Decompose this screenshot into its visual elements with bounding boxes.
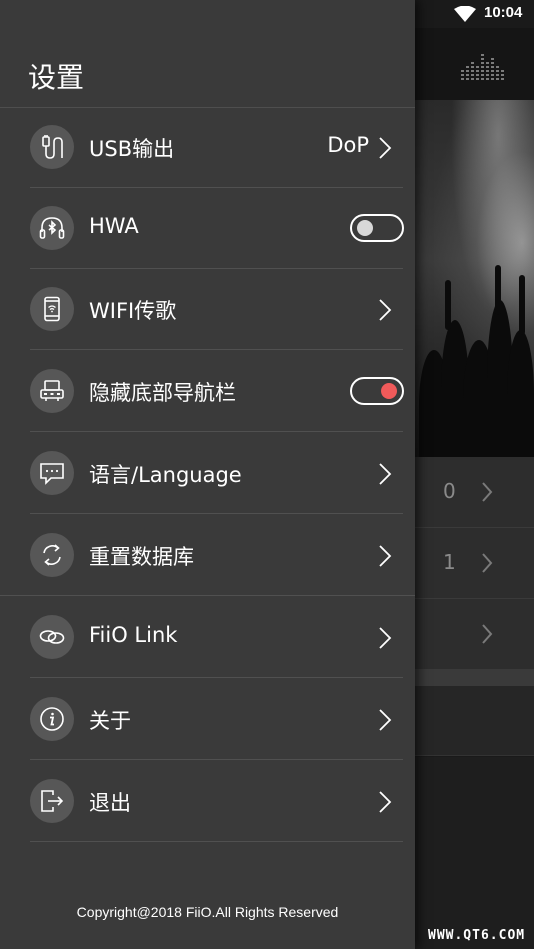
- menu-item-fiio-link[interactable]: FiiO Link: [0, 597, 415, 678]
- background-list: 0 1: [415, 457, 534, 670]
- menu-item-label: FiiO Link: [89, 623, 178, 647]
- background-list-count: 1: [443, 550, 456, 574]
- concert-banner-image[interactable]: [415, 100, 534, 460]
- divider: [30, 677, 403, 678]
- divider: [30, 513, 403, 514]
- hwa-toggle[interactable]: [350, 214, 404, 242]
- drawer-title: 设置: [28, 61, 85, 94]
- menu-item-about[interactable]: 关于: [0, 679, 415, 760]
- menu-item-label: 语言/Language: [89, 463, 242, 487]
- chat-bubble-icon: [30, 451, 74, 495]
- background-list-row[interactable]: 0: [415, 457, 534, 528]
- background-empty-area: [415, 757, 534, 949]
- chevron-right-icon: [379, 299, 392, 321]
- menu-item-hwa[interactable]: HWA: [0, 188, 415, 269]
- divider: [30, 759, 403, 760]
- copyright-text: Copyright@2018 FiiO.All Rights Reserved: [76, 904, 339, 920]
- background-list-row[interactable]: [415, 686, 534, 756]
- menu-item-usb-output[interactable]: USB输出 DoP: [0, 107, 415, 188]
- menu-item-exit[interactable]: 退出: [0, 761, 415, 842]
- usb-output-value: DoP: [327, 133, 369, 157]
- menu-item-language[interactable]: 语言/Language: [0, 433, 415, 514]
- menu-item-label: 隐藏底部导航栏: [89, 381, 236, 405]
- chevron-right-icon: [379, 709, 392, 731]
- menu-item-label: WIFI传歌: [89, 299, 177, 323]
- equalizer-icon[interactable]: [460, 52, 504, 82]
- divider: [30, 349, 403, 350]
- toggle-knob: [357, 220, 373, 236]
- wifi-icon: [454, 6, 476, 22]
- usb-plug-icon: [30, 125, 74, 169]
- chevron-right-icon: [482, 482, 493, 502]
- navigation-bar-icon: [30, 369, 74, 413]
- toggle-knob: [381, 383, 397, 399]
- status-time: 10:04: [484, 4, 523, 21]
- chevron-right-icon: [379, 545, 392, 567]
- settings-drawer: 设置 USB输出 DoP HWA WIFI传歌 隐藏底部导航栏 语言/Langu…: [0, 0, 415, 949]
- hide-navigation-bar-toggle[interactable]: [350, 377, 404, 405]
- menu-item-label: HWA: [89, 214, 139, 238]
- chevron-right-icon: [379, 463, 392, 485]
- link-icon: [30, 615, 74, 659]
- background-list-row[interactable]: 1: [415, 528, 534, 599]
- watermark-text: WWW.QT6.COM: [428, 928, 526, 943]
- exit-icon: [30, 779, 74, 823]
- chevron-right-icon: [379, 627, 392, 649]
- background-list-row[interactable]: [415, 599, 534, 670]
- menu-item-label: 重置数据库: [89, 545, 194, 569]
- divider: [30, 431, 403, 432]
- phone-wifi-icon: [30, 287, 74, 331]
- chevron-right-icon: [379, 137, 392, 159]
- background-divider: [415, 670, 534, 686]
- menu-item-reset-database[interactable]: 重置数据库: [0, 515, 415, 596]
- divider: [0, 595, 415, 596]
- menu-item-hide-navigation-bar[interactable]: 隐藏底部导航栏: [0, 351, 415, 432]
- chevron-right-icon: [482, 553, 493, 573]
- info-icon: [30, 697, 74, 741]
- divider: [30, 841, 403, 842]
- menu-item-label: USB输出: [89, 137, 175, 161]
- background-list-count: 0: [443, 479, 456, 503]
- chevron-right-icon: [482, 624, 493, 644]
- menu-item-label: 关于: [89, 709, 131, 733]
- menu-item-wifi-transfer[interactable]: WIFI传歌: [0, 269, 415, 350]
- menu-item-label: 退出: [89, 791, 131, 815]
- refresh-icon: [30, 533, 74, 577]
- bluetooth-headphones-icon: [30, 206, 74, 250]
- chevron-right-icon: [379, 791, 392, 813]
